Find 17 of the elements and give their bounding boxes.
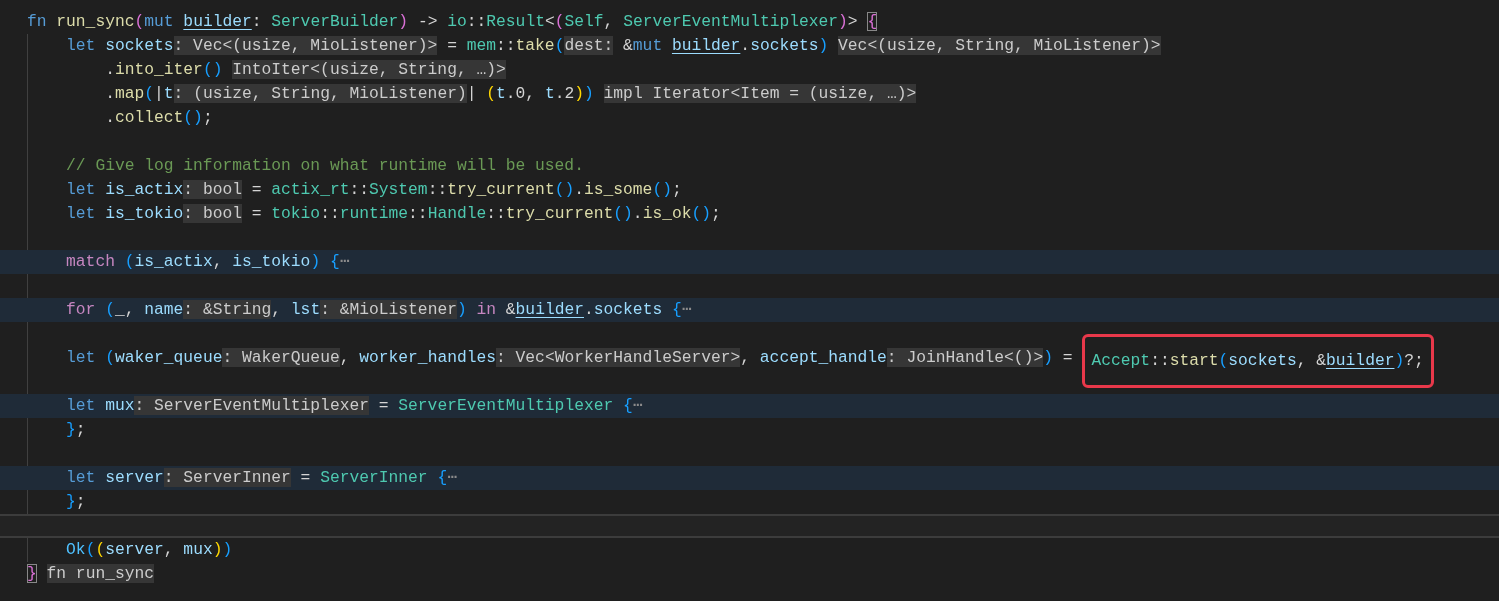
code-text: let sockets: Vec<(usize, MioListener)> = mem::take(dest: &mut builder.sockets) Vec<(usize, String, MioListener)> bbox=[66, 36, 1161, 55]
code-text: } fn run_sync bbox=[27, 564, 155, 583]
code-text: match (is_actix, is_tokio) {⋯ bbox=[66, 252, 350, 271]
code-text: let is_tokio: bool = tokio::runtime::Handle::try_current().is_ok(); bbox=[66, 204, 721, 223]
code-text: }; bbox=[66, 420, 86, 439]
code-text: let mux: ServerEventMultiplexer = ServerEventMultiplexer {⋯ bbox=[66, 396, 643, 415]
code-text: }; bbox=[66, 492, 86, 511]
code-text: fn run_sync(mut builder: ServerBuilder) -> io::Result<(Self, ServerEventMultiplexer)> { bbox=[27, 12, 878, 31]
code-text: // Give log information on what runtime will be used. bbox=[66, 156, 584, 175]
code-text: Ok((server, mux)) bbox=[66, 540, 233, 559]
code-text: let is_actix: bool = actix_rt::System::try_current().is_some(); bbox=[66, 180, 682, 199]
code-text: .collect(); bbox=[105, 108, 213, 127]
code-text: let (waker_queue: WakerQueue, worker_handles: Vec<WorkerHandleServer>, accept_handle: JoinHandle<()>) = bbox=[66, 348, 1073, 367]
code-text: let server: ServerInner = ServerInner {⋯ bbox=[66, 468, 457, 487]
code-text: .map(|t: (usize, String, MioListener)| (t.0, t.2)) impl Iterator<Item = (usize, …)> bbox=[105, 84, 917, 103]
code-text: for (_, name: &String, lst: &MioListener) in &builder.sockets {⋯ bbox=[66, 300, 692, 319]
highlight-box: Accept::start(sockets, &builder)?; bbox=[1081, 334, 1434, 388]
